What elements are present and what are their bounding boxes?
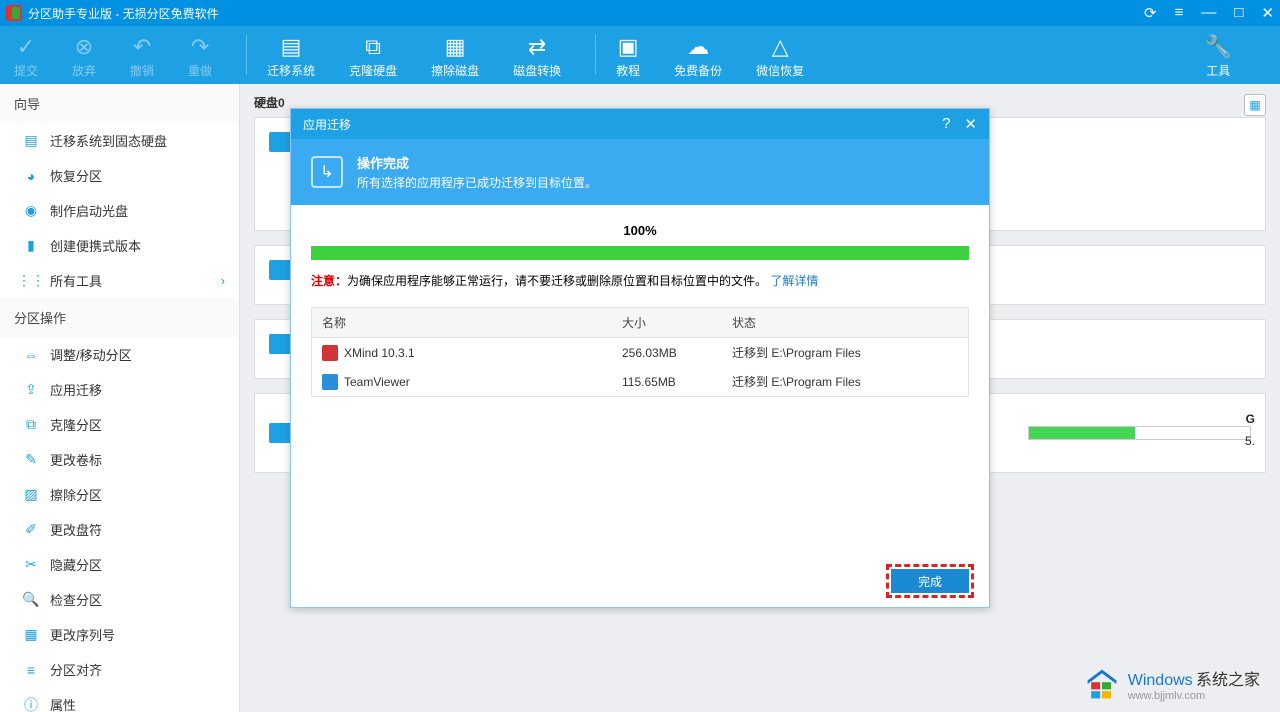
- convert-icon: ⇄: [528, 32, 546, 62]
- sidebar-hide-partition[interactable]: ✂隐藏分区: [0, 547, 239, 582]
- disc-icon: ◉: [22, 202, 40, 220]
- commit-button[interactable]: ✓提交: [14, 32, 38, 79]
- wechat-icon: △: [772, 32, 789, 62]
- menu-icon[interactable]: ≡: [1175, 4, 1184, 22]
- folder-arrow-icon: ↳: [311, 156, 343, 188]
- sidebar-align[interactable]: ≡分区对齐: [0, 652, 239, 687]
- col-status: 状态: [732, 314, 958, 331]
- refresh-icon[interactable]: ⟳: [1144, 4, 1157, 22]
- col-size: 大小: [622, 314, 732, 331]
- view-toggle-button[interactable]: ▦: [1244, 94, 1266, 116]
- titlebar: 分区助手专业版 - 无损分区免费软件 ⟳ ≡ — □ ✕: [0, 0, 1280, 26]
- app-icon: [322, 345, 338, 361]
- window-title: 分区助手专业版 - 无损分区免费软件: [28, 5, 219, 22]
- dialog-banner: ↳ 操作完成 所有选择的应用程序已成功迁移到目标位置。: [291, 139, 989, 205]
- backup-icon: ☁: [687, 32, 709, 62]
- align-icon: ≡: [22, 661, 40, 679]
- sidebar-wipe-partition[interactable]: ▨擦除分区: [0, 477, 239, 512]
- banner-desc: 所有选择的应用程序已成功迁移到目标位置。: [357, 174, 597, 191]
- sidebar-change-letter[interactable]: ✐更改盘符: [0, 512, 239, 547]
- sidebar: 向导 ▤迁移系统到固态硬盘 ◕恢复分区 ◉制作启动光盘 ▮创建便携式版本 ⋮⋮所…: [0, 84, 240, 712]
- warning-text: 注意：为确保应用程序能够正常运行，请不要迁移或删除原位置和目标位置中的文件。 了…: [311, 272, 969, 289]
- clone-icon: ⧉: [365, 32, 381, 62]
- help-icon[interactable]: ?: [942, 115, 950, 133]
- convert-disk-button[interactable]: ⇄磁盘转换: [513, 32, 561, 79]
- tools-button[interactable]: 🔧工具: [1205, 32, 1232, 79]
- drive-num: 5.: [1245, 434, 1255, 448]
- tag-icon: ✐: [22, 521, 40, 539]
- table-row: TeamViewer 115.65MB 迁移到 E:\Program Files: [312, 367, 968, 396]
- pie-icon: ◕: [22, 167, 40, 185]
- progress-bar: [311, 246, 969, 260]
- dialog-close-icon[interactable]: ✕: [964, 115, 977, 133]
- dialog-titlebar: 应用迁移 ? ✕: [291, 109, 989, 139]
- drive-letter: G: [1246, 412, 1255, 426]
- book-icon: ▣: [618, 32, 639, 62]
- sidebar-check-partition[interactable]: 🔍检查分区: [0, 582, 239, 617]
- banner-title: 操作完成: [357, 153, 597, 172]
- clone-icon: ⧉: [22, 416, 40, 434]
- clone-disk-button[interactable]: ⧉克隆硬盘: [349, 32, 397, 79]
- tutorial-button[interactable]: ▣教程: [616, 32, 640, 79]
- wechat-restore-button[interactable]: △微信恢复: [756, 32, 804, 79]
- sidebar-properties[interactable]: ⓘ属性: [0, 687, 239, 712]
- sidebar-boot-cd[interactable]: ◉制作启动光盘: [0, 193, 239, 228]
- table-row: XMind 10.3.1 256.03MB 迁移到 E:\Program Fil…: [312, 338, 968, 367]
- col-name: 名称: [322, 314, 622, 331]
- serial-icon: ▦: [22, 626, 40, 644]
- grid-icon: ⋮⋮: [22, 272, 40, 290]
- toolbar: ✓提交 ⊗放弃 ↶撤销 ↷重做 ▤迁移系统 ⧉克隆硬盘 ▦擦除磁盘 ⇄磁盘转换 …: [0, 26, 1280, 84]
- discard-button[interactable]: ⊗放弃: [72, 32, 96, 79]
- sidebar-app-migrate[interactable]: ⇪应用迁移: [0, 372, 239, 407]
- sidebar-all-tools[interactable]: ⋮⋮所有工具›: [0, 263, 239, 298]
- eraser-icon: ▨: [22, 486, 40, 504]
- wrench-icon: 🔧: [1205, 32, 1232, 62]
- drive-icon: ▤: [281, 32, 302, 62]
- app-logo-icon: [6, 5, 22, 21]
- search-icon: 🔍: [22, 591, 40, 609]
- watermark: Windows 系统之家 www.bjjmlv.com: [1084, 666, 1260, 702]
- pencil-icon: ✎: [22, 451, 40, 469]
- chevron-right-icon: ›: [221, 273, 225, 288]
- sidebar-change-serial[interactable]: ▦更改序列号: [0, 617, 239, 652]
- close-icon[interactable]: ✕: [1261, 4, 1274, 22]
- dialog-title: 应用迁移: [303, 116, 351, 133]
- minimize-icon[interactable]: —: [1201, 4, 1216, 22]
- sidebar-resize[interactable]: ⇔调整/移动分区: [0, 337, 239, 372]
- wipe-disk-button[interactable]: ▦擦除磁盘: [431, 32, 479, 79]
- house-logo-icon: [1084, 666, 1120, 702]
- wizard-header: 向导: [0, 84, 239, 123]
- sidebar-clone-partition[interactable]: ⧉克隆分区: [0, 407, 239, 442]
- hide-icon: ✂: [22, 556, 40, 574]
- redo-button[interactable]: ↷重做: [188, 32, 212, 79]
- resize-icon: ⇔: [22, 346, 40, 364]
- sidebar-restore-partition[interactable]: ◕恢复分区: [0, 158, 239, 193]
- maximize-icon[interactable]: □: [1234, 4, 1243, 22]
- wipe-icon: ▦: [445, 32, 466, 62]
- app-icon: [322, 374, 338, 390]
- ssd-icon: ▤: [22, 132, 40, 150]
- result-table: 名称 大小 状态 XMind 10.3.1 256.03MB 迁移到 E:\Pr…: [311, 307, 969, 397]
- migrate-system-button[interactable]: ▤迁移系统: [267, 32, 315, 79]
- ops-header: 分区操作: [0, 298, 239, 337]
- undo-button[interactable]: ↶撤销: [130, 32, 154, 79]
- backup-button[interactable]: ☁免费备份: [674, 32, 722, 79]
- finish-button[interactable]: 完成: [891, 569, 969, 593]
- migrate-icon: ⇪: [22, 381, 40, 399]
- info-icon: ⓘ: [22, 696, 40, 712]
- usb-icon: ▮: [22, 237, 40, 255]
- progress-percent: 100%: [311, 223, 969, 238]
- usage-bar: [1028, 426, 1251, 440]
- sidebar-change-label[interactable]: ✎更改卷标: [0, 442, 239, 477]
- sidebar-migrate-ssd[interactable]: ▤迁移系统到固态硬盘: [0, 123, 239, 158]
- sidebar-portable[interactable]: ▮创建便携式版本: [0, 228, 239, 263]
- window-controls: ⟳ ≡ — □ ✕: [1144, 4, 1274, 22]
- app-migrate-dialog: 应用迁移 ? ✕ ↳ 操作完成 所有选择的应用程序已成功迁移到目标位置。 100…: [290, 108, 990, 608]
- learn-more-link[interactable]: 了解详情: [770, 274, 818, 288]
